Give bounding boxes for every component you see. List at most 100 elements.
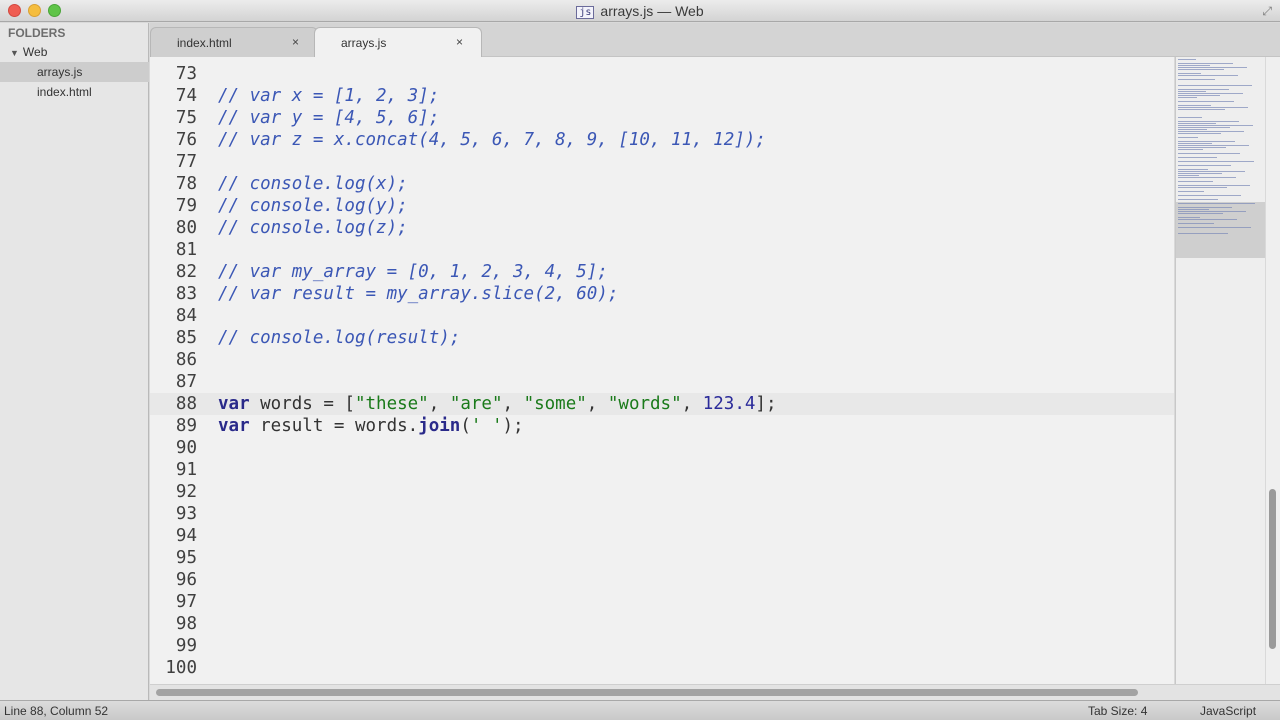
code-token: // var my_array = [0, 1, 2, 3, 4, 5];	[218, 262, 608, 282]
code-line[interactable]: 90	[150, 437, 1174, 459]
minimap-line	[1178, 185, 1250, 186]
line-number: 91	[175, 460, 197, 480]
code-line[interactable]: 75 // var y = [4, 5, 6];	[150, 107, 1174, 129]
code-line[interactable]: 74 // var x = [1, 2, 3];	[150, 85, 1174, 107]
tab-label: index.html	[177, 36, 232, 50]
code-token: // var z = x.concat(4, 5, 6, 7, 8, 9, [1…	[218, 130, 766, 150]
code-token: "these"	[354, 394, 429, 414]
horizontal-scrollbar[interactable]	[150, 684, 1280, 700]
minimap-line	[1178, 173, 1222, 174]
line-code: // var result = my_array.slice(2, 60);	[218, 283, 618, 305]
code-line[interactable]: 82 // var my_array = [0, 1, 2, 3, 4, 5];	[150, 261, 1174, 283]
horizontal-scroll-thumb[interactable]	[156, 689, 1138, 696]
code-token: // console.log(x);	[218, 174, 408, 194]
code-line[interactable]: 73	[150, 63, 1174, 85]
sidebar-header: FOLDERS	[8, 26, 66, 40]
code-token: // var x = [1, 2, 3];	[218, 86, 440, 106]
minimap-line	[1178, 143, 1212, 144]
code-token: ,	[502, 394, 524, 414]
code-token: result = words.	[249, 416, 419, 436]
code-editor[interactable]: 73 74 // var x = [1, 2, 3]; 75 // var y = [4…	[150, 57, 1174, 684]
minimap-line	[1178, 217, 1200, 218]
code-line[interactable]: 91	[150, 459, 1174, 481]
tab-size-selector[interactable]: Tab Size: 4	[1088, 704, 1147, 718]
line-number: 82	[175, 262, 197, 282]
code-line[interactable]: 95	[150, 547, 1174, 569]
code-line[interactable]: 100	[150, 657, 1174, 679]
minimap-line	[1178, 97, 1197, 98]
code-token: ];	[755, 394, 777, 414]
code-token: // console.log(z);	[218, 218, 408, 238]
minimap[interactable]	[1175, 57, 1265, 684]
minimap-line	[1178, 129, 1207, 130]
minimap-line	[1178, 153, 1240, 154]
line-number: 77	[175, 152, 197, 172]
folder-label: Web	[22, 45, 48, 59]
minimap-line	[1178, 145, 1249, 146]
line-number: 94	[175, 526, 197, 546]
code-line[interactable]: 88 var words = ["these", "are", "some", "…	[150, 393, 1174, 415]
code-line[interactable]: 93	[150, 503, 1174, 525]
code-line[interactable]: 80 // console.log(z);	[150, 217, 1174, 239]
code-token: ,	[586, 394, 608, 414]
line-number: 93	[175, 504, 197, 524]
sidebar-file-index-html[interactable]: index.html	[0, 82, 149, 102]
line-number: 78	[175, 174, 197, 194]
code-line[interactable]: 87	[150, 371, 1174, 393]
line-number: 85	[175, 328, 197, 348]
window-title-text: arrays.js — Web	[600, 3, 704, 19]
line-number: 89	[175, 416, 197, 436]
vertical-scrollbar[interactable]	[1266, 57, 1280, 684]
line-code: // console.log(z);	[218, 217, 408, 239]
minimap-line	[1178, 73, 1201, 74]
js-file-icon: js	[576, 6, 595, 19]
code-line[interactable]: 86	[150, 349, 1174, 371]
fullscreen-icon[interactable]: ⤢	[1262, 4, 1272, 19]
code-line[interactable]: 85 // console.log(result);	[150, 327, 1174, 349]
tab-close-icon[interactable]: ×	[292, 35, 299, 49]
minimap-line	[1178, 209, 1209, 210]
line-code: // var y = [4, 5, 6];	[218, 107, 439, 129]
line-code: // console.log(x);	[218, 173, 408, 195]
minimap-line	[1178, 93, 1243, 94]
code-token: words = [	[249, 394, 355, 414]
minimap-line	[1178, 105, 1211, 106]
code-token: (	[460, 416, 471, 436]
minimap-line	[1178, 219, 1237, 220]
code-line[interactable]: 81	[150, 239, 1174, 261]
code-line[interactable]: 99	[150, 635, 1174, 657]
code-line[interactable]: 78 // console.log(x);	[150, 173, 1174, 195]
code-line[interactable]: 89 var result = words.join(' ');	[150, 415, 1174, 437]
code-line[interactable]: 98	[150, 613, 1174, 635]
title-bar: js arrays.js — Web ⤢	[0, 0, 1280, 22]
tab-close-icon[interactable]: ×	[456, 35, 463, 49]
vertical-scroll-thumb[interactable]	[1269, 489, 1276, 649]
minimap-line	[1178, 79, 1215, 80]
code-line[interactable]: 76 // var z = x.concat(4, 5, 6, 7, 8, 9, …	[150, 129, 1174, 151]
tab-index-html[interactable]: index.html ×	[150, 27, 318, 57]
syntax-selector[interactable]: JavaScript	[1200, 704, 1256, 718]
minimap-line	[1178, 165, 1231, 166]
code-line[interactable]: 96	[150, 569, 1174, 591]
folder-web[interactable]: ▼ Web	[10, 45, 47, 59]
minimap-line	[1178, 85, 1252, 86]
code-line[interactable]: 79 // console.log(y);	[150, 195, 1174, 217]
disclosure-triangle-icon[interactable]: ▼	[10, 48, 19, 58]
line-code: // console.log(result);	[218, 327, 460, 349]
code-token: ,	[428, 394, 450, 414]
minimap-line	[1178, 199, 1218, 200]
line-code: var words = ["these", "are", "some", "wo…	[218, 393, 776, 415]
code-line[interactable]: 77	[150, 151, 1174, 173]
code-line[interactable]: 92	[150, 481, 1174, 503]
tab-arrays-js[interactable]: arrays.js ×	[314, 27, 482, 58]
sidebar: FOLDERS ▼ Web arrays.js index.html	[0, 23, 149, 700]
code-line[interactable]: 83 // var result = my_array.slice(2, 60);	[150, 283, 1174, 305]
code-line[interactable]: 97	[150, 591, 1174, 613]
code-line[interactable]: 94	[150, 525, 1174, 547]
line-number: 99	[175, 636, 197, 656]
minimap-line	[1178, 91, 1206, 92]
minimap-line	[1178, 75, 1238, 76]
code-line[interactable]: 84	[150, 305, 1174, 327]
sidebar-file-arrays-js[interactable]: arrays.js	[0, 62, 149, 82]
code-token: 123.4	[702, 394, 756, 414]
